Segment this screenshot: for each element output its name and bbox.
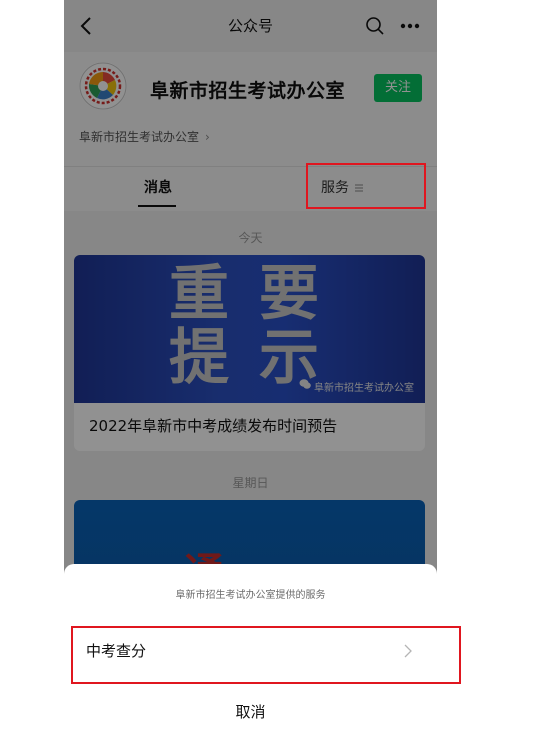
cancel-button[interactable]: 取消 xyxy=(64,701,437,722)
phone-screen: 公众号 阜新市招生考试办公室 关注 阜新市招生考试办公室 › 消息 服务 今天 … xyxy=(64,0,437,735)
highlight-box-services xyxy=(306,163,426,209)
highlight-box-service-item xyxy=(71,626,461,684)
action-sheet-title: 阜新市招生考试办公室提供的服务 xyxy=(175,590,326,601)
